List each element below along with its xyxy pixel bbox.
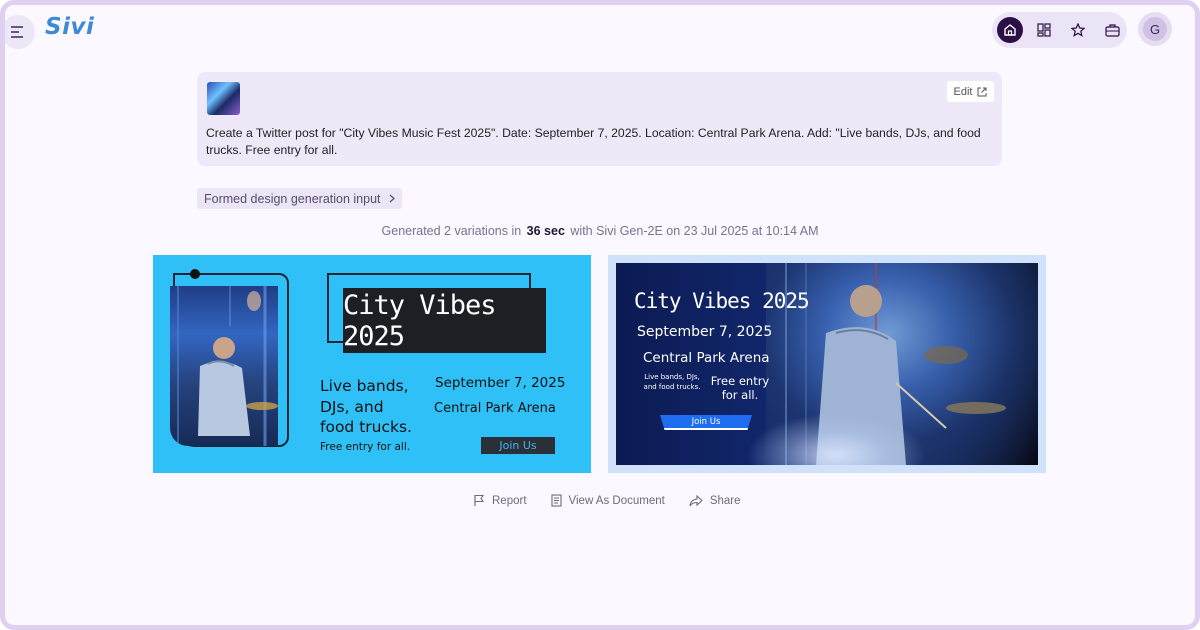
- variation-1-date: September 7, 2025: [435, 375, 566, 391]
- tagline-line-2: DJs, and: [320, 397, 384, 416]
- generation-model: with Sivi Gen-2E: [570, 224, 663, 238]
- view-as-document-button[interactable]: View As Document: [550, 494, 665, 507]
- variation-1-location: Central Park Arena: [434, 401, 556, 416]
- variation-2-location: Central Park Arena: [643, 350, 770, 366]
- report-label: Report: [492, 494, 527, 507]
- user-avatar-button[interactable]: G: [1138, 12, 1172, 46]
- generation-duration: 36 sec: [526, 224, 565, 238]
- generation-date: on 23 Jul 2025 at 10:14 AM: [666, 224, 819, 238]
- result-actions: Report View As Document Share: [473, 494, 741, 507]
- formed-input-toggle[interactable]: Formed design generation input: [197, 188, 402, 209]
- star-icon: [1071, 23, 1085, 37]
- nav-templates-button[interactable]: [1031, 17, 1057, 43]
- view-as-document-label: View As Document: [568, 494, 665, 507]
- drummer-photo: [170, 286, 278, 446]
- edit-label: Edit: [953, 85, 973, 98]
- variation-2-canvas: City Vibes 2025 September 7, 2025 Centra…: [616, 263, 1038, 465]
- variation-1-tagline: Live bands, DJs, and food trucks.: [320, 376, 412, 438]
- share-button[interactable]: Share: [689, 494, 741, 507]
- variation-1-join-button: Join Us: [481, 437, 555, 454]
- share-icon: [689, 494, 703, 506]
- variation-2-date: September 7, 2025: [637, 324, 773, 340]
- top-nav: [992, 12, 1127, 48]
- report-button[interactable]: Report: [473, 494, 527, 507]
- nav-favorites-button[interactable]: [1065, 17, 1091, 43]
- variation-2[interactable]: City Vibes 2025 September 7, 2025 Centra…: [608, 255, 1046, 473]
- variation-1-free-entry: Free entry for all.: [320, 441, 411, 453]
- edit-button[interactable]: Edit: [947, 81, 994, 102]
- nav-brand-kit-button[interactable]: [1099, 17, 1125, 43]
- tagline-line-1: Live bands,: [320, 377, 409, 395]
- generation-summary: Generated 2 variations in 36 sec with Si…: [5, 224, 1195, 238]
- share-label: Share: [709, 494, 741, 507]
- variation-2-join-button: Join Us: [660, 415, 752, 430]
- home-icon: [1004, 24, 1016, 36]
- briefcase-icon: [1104, 24, 1120, 37]
- menu-button[interactable]: [5, 15, 35, 49]
- avatar: G: [1143, 17, 1167, 41]
- variation-2-free-entry: Free entry for all.: [710, 374, 770, 402]
- variation-2-title: City Vibes 2025: [634, 289, 810, 313]
- prompt-card: Edit Create a Twitter post for "City Vib…: [197, 72, 1002, 166]
- logo[interactable]: Sivi: [45, 14, 94, 40]
- frame-dot: [190, 269, 200, 279]
- variation-1-title: City Vibes 2025: [343, 288, 546, 353]
- generation-prefix: Generated 2 variations in: [381, 224, 522, 238]
- prompt-thumbnail[interactable]: [207, 82, 240, 115]
- prompt-text: Create a Twitter post for "City Vibes Mu…: [206, 126, 981, 157]
- drummer-silhouette: [177, 286, 278, 446]
- variation-2-tagline: Live bands, DJs, and food trucks.: [643, 373, 701, 391]
- flag-icon: [474, 494, 485, 506]
- grid-icon: [1037, 23, 1051, 37]
- chevron-right-icon: [389, 194, 395, 203]
- variation-1[interactable]: City Vibes 2025 Live bands, DJs, and foo…: [153, 255, 591, 473]
- document-icon: [550, 494, 562, 507]
- tagline-line-3: food trucks.: [320, 418, 412, 436]
- formed-input-label: Formed design generation input: [204, 191, 381, 206]
- external-link-icon: [977, 87, 987, 96]
- nav-home-button[interactable]: [997, 17, 1023, 43]
- stage-smoke: [746, 413, 926, 465]
- hamburger-icon: [11, 26, 23, 38]
- app-frame: Sivi G Edit Create a Twitter post for "C…: [0, 0, 1200, 630]
